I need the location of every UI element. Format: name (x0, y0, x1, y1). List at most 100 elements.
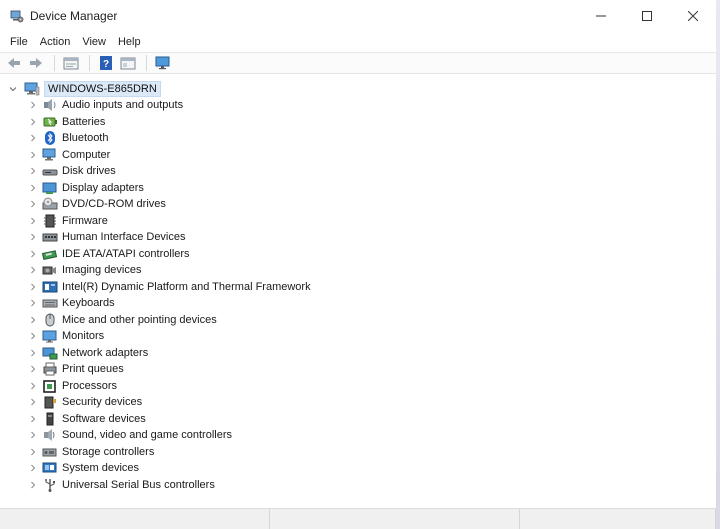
device-category-item[interactable]: Firmware (28, 213, 311, 230)
menu-bar: File Action View Help (0, 33, 147, 51)
storage-controller-icon (42, 445, 58, 459)
forward-icon (30, 58, 42, 68)
device-category-item[interactable]: Computer (28, 147, 311, 164)
camera-icon (42, 263, 58, 277)
forward-button[interactable] (26, 54, 46, 72)
minimize-button[interactable] (578, 0, 624, 32)
dvd-drive-icon (42, 197, 58, 211)
device-category-label: Bluetooth (62, 132, 109, 145)
expand-chevron-icon[interactable] (28, 130, 38, 146)
device-category-item[interactable]: Imaging devices (28, 262, 311, 279)
expand-chevron-icon[interactable] (28, 378, 38, 394)
device-category-item[interactable]: Monitors (28, 328, 311, 345)
device-category-label: Print queues (62, 363, 124, 376)
status-segment (270, 509, 520, 529)
menu-file[interactable]: File (4, 36, 34, 48)
expand-chevron-icon[interactable] (28, 213, 38, 229)
expand-chevron-icon[interactable] (28, 147, 38, 163)
expand-chevron-icon[interactable] (28, 345, 38, 361)
speaker-icon (42, 98, 58, 112)
expand-chevron-icon[interactable] (28, 361, 38, 377)
device-category-label: Processors (62, 379, 118, 392)
device-category-label: Computer (62, 148, 111, 161)
expand-chevron-icon[interactable] (28, 312, 38, 328)
window-title: Device Manager (30, 9, 118, 23)
device-category-item[interactable]: Universal Serial Bus controllers (28, 477, 311, 494)
device-category-item[interactable]: Mice and other pointing devices (28, 312, 311, 329)
expand-chevron-icon[interactable] (28, 279, 38, 295)
device-category-item[interactable]: Storage controllers (28, 444, 311, 461)
computer-icon (42, 148, 58, 162)
expand-chevron-icon[interactable] (28, 444, 38, 460)
device-category-item[interactable]: Audio inputs and outputs (28, 97, 311, 114)
menu-action[interactable]: Action (34, 36, 77, 48)
device-category-label: Batteries (62, 115, 106, 128)
device-category-label: Imaging devices (62, 264, 142, 277)
tree-root-node[interactable]: WINDOWS-E865DRN (8, 81, 161, 97)
menu-view[interactable]: View (76, 36, 112, 48)
system-devices-icon (42, 461, 58, 475)
device-category-item[interactable]: Sound, video and game controllers (28, 427, 311, 444)
software-device-icon (42, 412, 58, 426)
device-category-item[interactable]: Display adapters (28, 180, 311, 197)
device-category-item[interactable]: Processors (28, 378, 311, 395)
maximize-button[interactable] (624, 0, 670, 32)
device-tree[interactable]: WINDOWS-E865DRN Audio inputs and outputs… (0, 76, 716, 506)
device-category-item[interactable]: Disk drives (28, 163, 311, 180)
disk-drive-icon (42, 164, 58, 178)
window-controls (578, 0, 716, 32)
device-category-label: Storage controllers (62, 445, 155, 458)
properties-button[interactable] (61, 54, 81, 72)
device-category-label: Software devices (62, 412, 146, 425)
network-adapter-icon (42, 346, 58, 360)
device-category-item[interactable]: Intel(R) Dynamic Platform and Thermal Fr… (28, 279, 311, 296)
expand-chevron-icon[interactable] (28, 328, 38, 344)
device-category-item[interactable]: Human Interface Devices (28, 229, 311, 246)
expand-chevron-icon[interactable] (28, 246, 38, 262)
scan-hardware-button[interactable] (153, 54, 173, 72)
view-button[interactable] (118, 54, 138, 72)
device-category-item[interactable]: Batteries (28, 114, 311, 131)
properties-icon (63, 57, 79, 70)
expand-chevron-icon[interactable] (28, 196, 38, 212)
device-category-label: DVD/CD-ROM drives (62, 198, 166, 211)
device-manager-window: Device Manager File Action View Help ? W… (0, 0, 720, 529)
expand-chevron-icon[interactable] (28, 229, 38, 245)
expand-chevron-icon[interactable] (28, 411, 38, 427)
view-icon (120, 57, 136, 70)
device-category-label: Intel(R) Dynamic Platform and Thermal Fr… (62, 280, 311, 293)
device-category-item[interactable]: Security devices (28, 394, 311, 411)
device-category-item[interactable]: Software devices (28, 411, 311, 428)
expand-chevron-icon[interactable] (28, 477, 38, 493)
device-category-item[interactable]: Print queues (28, 361, 311, 378)
expand-chevron-icon[interactable] (28, 180, 38, 196)
close-button[interactable] (670, 0, 716, 32)
device-category-item[interactable]: Keyboards (28, 295, 311, 312)
device-category-item[interactable]: Bluetooth (28, 130, 311, 147)
expand-chevron-icon[interactable] (28, 427, 38, 443)
menu-help[interactable]: Help (112, 36, 147, 48)
firmware-icon (42, 214, 58, 228)
display-adapter-icon (42, 181, 58, 195)
title-bar[interactable]: Device Manager (0, 0, 716, 32)
expand-chevron-icon[interactable] (28, 163, 38, 179)
help-button[interactable]: ? (96, 54, 116, 72)
monitor-scan-icon (155, 56, 170, 70)
device-category-item[interactable]: IDE ATA/ATAPI controllers (28, 246, 311, 263)
device-category-item[interactable]: System devices (28, 460, 311, 477)
device-category-item[interactable]: DVD/CD-ROM drives (28, 196, 311, 213)
device-category-item[interactable]: Network adapters (28, 345, 311, 362)
back-button[interactable] (4, 54, 24, 72)
status-bar (0, 508, 716, 529)
expand-chevron-icon[interactable] (28, 295, 38, 311)
collapse-chevron-icon[interactable] (8, 81, 18, 97)
expand-chevron-icon[interactable] (28, 114, 38, 130)
expand-chevron-icon[interactable] (28, 394, 38, 410)
help-icon: ? (100, 56, 112, 70)
keyboard-icon (42, 296, 58, 310)
computer-icon (24, 82, 40, 96)
expand-chevron-icon[interactable] (28, 460, 38, 476)
expand-chevron-icon[interactable] (28, 262, 38, 278)
toolbar-separator (54, 55, 55, 71)
expand-chevron-icon[interactable] (28, 97, 38, 113)
